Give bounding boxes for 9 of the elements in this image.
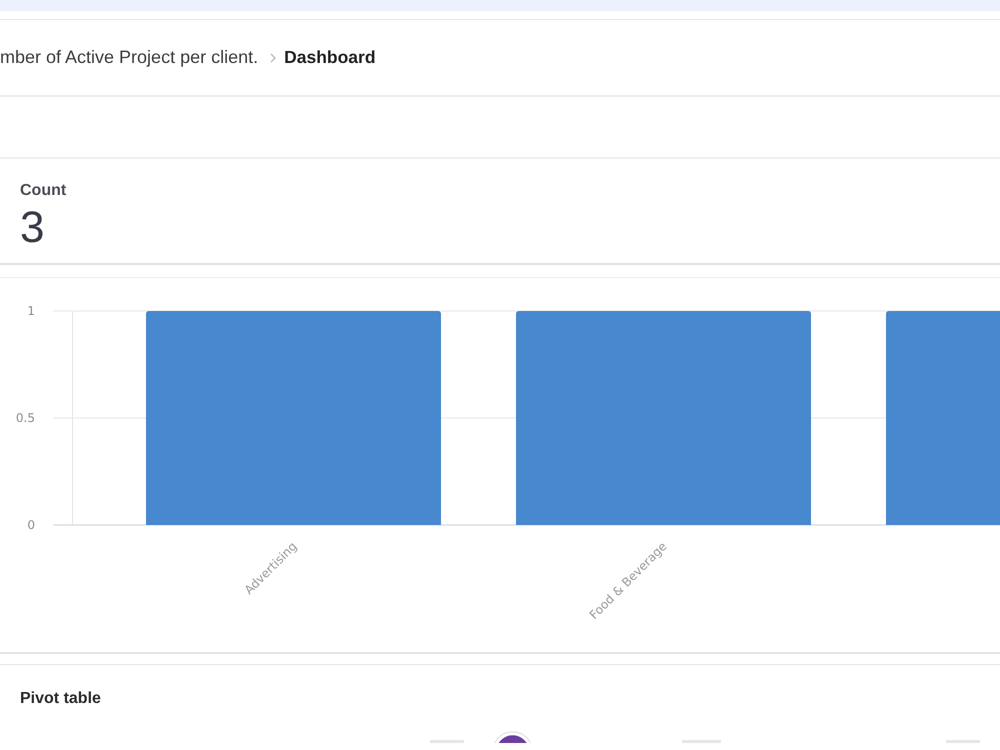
chevron-right-icon xyxy=(270,52,276,62)
count-value: 3 xyxy=(20,204,44,252)
breadcrumb-link[interactable]: mber of Active Project per client. xyxy=(0,47,258,68)
pivot-title: Pivot table xyxy=(20,689,101,709)
axis-label: 1 xyxy=(27,304,35,318)
axis-label: 0 xyxy=(27,518,35,532)
count-label: Count xyxy=(20,181,66,201)
breadcrumb-link[interactable]: Dashboard xyxy=(284,47,376,68)
axis-label: 0.5 xyxy=(16,411,35,425)
